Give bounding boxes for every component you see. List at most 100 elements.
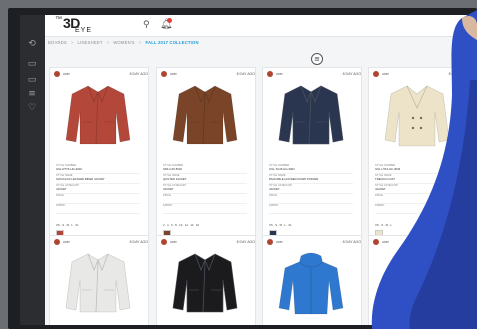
meta-value: SDF-G15-5002 [163, 167, 182, 171]
card-username: user [276, 240, 283, 244]
avatar[interactable] [161, 71, 167, 77]
filter-button[interactable]: ≡ [311, 53, 323, 65]
meta-row: FABRIC [269, 204, 353, 214]
folder-icon[interactable]: ▭ [26, 59, 38, 69]
card-header: user 8 DAY AGO [161, 239, 255, 246]
folder-icon[interactable]: ▭ [26, 75, 38, 85]
meta-row: FABRIC [56, 204, 140, 214]
app-logo[interactable]: ™ 3D EYE [55, 15, 111, 36]
meta-value: TRENCH COAT [375, 177, 395, 181]
card-header: user 8 DAY AGO [373, 71, 467, 78]
size-list: XS · S · M · L · XL [56, 223, 79, 227]
card-username: user [170, 72, 177, 76]
product-image[interactable] [271, 250, 351, 316]
meta-row: STYLE NAME SLIM FAUX LEATHER BIKER JACKE… [56, 174, 140, 184]
meta-row: PRICE [56, 194, 140, 204]
meta-value: SLIM FAUX LEATHER BIKER JACKET [56, 177, 105, 181]
product-card[interactable]: user 8 DAY AGO [49, 235, 149, 325]
product-image[interactable] [58, 250, 138, 316]
card-username: user [63, 72, 70, 76]
avatar[interactable] [54, 239, 60, 245]
meta-label: PRICE [375, 194, 383, 197]
meta-value: PACKABLE HOODED DOWN PUFFER [269, 177, 319, 181]
heart-icon[interactable]: ♡ [26, 103, 38, 113]
avatar[interactable] [267, 239, 273, 245]
breadcrumb-item-boards[interactable]: BOARDS [48, 40, 67, 48]
breadcrumb-separator: > [106, 40, 110, 45]
meta-row: STYLE NUMBER GSL-TH15-HG-3002 [269, 164, 353, 174]
card-date: 8 DAY AGO [236, 240, 255, 244]
product-card[interactable]: user 8 DAY AGO [156, 235, 256, 325]
card-header: user 8 DAY AGO [373, 239, 467, 246]
card-header: user 8 DAY AGO [267, 71, 361, 78]
meta-row: FABRIC [375, 204, 459, 214]
avatar[interactable] [161, 239, 167, 245]
meta-label: PRICE [269, 194, 277, 197]
card-date: 8 DAY AGO [448, 72, 467, 76]
card-header: user 8 DAY AGO [54, 239, 148, 246]
breadcrumb-separator: > [70, 40, 74, 45]
meta-label: FABRIC [375, 204, 385, 207]
product-image[interactable] [165, 82, 245, 148]
breadcrumb: BOARDS > LINESHEET > WOMEN'S > FALL 2017… [48, 40, 199, 48]
size-list: XS · S · M · L · XL [269, 223, 292, 227]
meta-label: FABRIC [56, 204, 66, 207]
stack-icon[interactable]: ≡ [26, 89, 38, 99]
product-image[interactable] [165, 250, 245, 316]
card-username: user [63, 240, 70, 244]
product-card[interactable]: user 8 DAY AGO STYLE NUMBER GSL-R7TF-HG-… [49, 67, 149, 250]
product-image[interactable] [271, 82, 351, 148]
meta-label: PRICE [56, 194, 64, 197]
notification-dot [167, 18, 172, 23]
breadcrumb-separator: > [138, 40, 142, 45]
product-card[interactable]: user 8 DAY AGO [368, 235, 468, 325]
meta-value: JACKET [375, 187, 386, 191]
meta-value: QUILTED JACKET [163, 177, 187, 181]
breadcrumb-item-womens[interactable]: WOMEN'S [113, 40, 135, 48]
meta-row: STYLE NUMBER SDF-G15-5002 [163, 164, 247, 174]
card-username: user [382, 240, 389, 244]
product-image[interactable] [58, 82, 138, 148]
avatar[interactable] [54, 71, 60, 77]
product-card[interactable]: user 8 DAY AGO STYLE NUMBER GSL-U7F1-HF-… [368, 67, 468, 250]
refresh-icon[interactable]: ⟲ [26, 39, 38, 49]
meta-label: FABRIC [163, 204, 173, 207]
avatar[interactable] [373, 71, 379, 77]
avatar[interactable] [373, 239, 379, 245]
product-image[interactable] [377, 82, 457, 148]
breadcrumb-item-current: FALL 2017 COLLECTION [145, 40, 199, 45]
meta-row: STYLE NAME PACKABLE HOODED DOWN PUFFER [269, 174, 353, 184]
card-username: user [382, 72, 389, 76]
meta-value: JACKET [163, 187, 174, 191]
meta-row: STYLE CATEGORY JACKET [56, 184, 140, 194]
card-date: 8 DAY AGO [129, 72, 148, 76]
avatar[interactable] [267, 71, 273, 77]
card-date: 8 DAY AGO [342, 240, 361, 244]
product-card[interactable]: user 8 DAY AGO STYLE NUMBER GSL-TH15-HG-… [262, 67, 362, 250]
pin-icon[interactable]: ⚲ [143, 20, 150, 30]
card-meta: STYLE NUMBER GSL-R7TF-HG-3002 STYLE NAME… [56, 164, 140, 214]
breadcrumb-item-linesheet[interactable]: LINESHEET [78, 40, 103, 48]
card-date: 8 DAY AGO [448, 240, 467, 244]
meta-value: GSL-U7F1-HF-3003 [375, 167, 401, 171]
product-card[interactable]: user 8 DAY AGO [262, 235, 362, 325]
card-username: user [276, 72, 283, 76]
card-meta: STYLE NUMBER GSL-TH15-HG-3002 STYLE NAME… [269, 164, 353, 214]
meta-row: PRICE [375, 194, 459, 204]
product-image[interactable] [377, 250, 457, 316]
meta-label: PRICE [163, 194, 171, 197]
app-screen: ⟲ ▭ ▭ ≡ ♡ ™ 3D EYE ⚲ 🔔︎ BOARDS > LINESHE… [20, 15, 477, 325]
card-date: 8 DAY AGO [236, 72, 255, 76]
meta-row: STYLE CATEGORY JACKET [269, 184, 353, 194]
card-header: user 8 DAY AGO [267, 239, 361, 246]
size-list: 2 · 4 · 6 · 8 · 10 · 12 · 14 · 16 [163, 223, 200, 227]
header-bar: ™ 3D EYE ⚲ 🔔︎ [45, 15, 477, 37]
card-header: user 8 DAY AGO [161, 71, 255, 78]
left-rail: ⟲ ▭ ▭ ≡ ♡ [20, 15, 45, 325]
product-card[interactable]: user 8 DAY AGO STYLE NUMBER SDF-G15-5002… [156, 67, 256, 250]
meta-row: STYLE NUMBER GSL-R7TF-HG-3002 [56, 164, 140, 174]
meta-row: STYLE CATEGORY JACKET [163, 184, 247, 194]
size-list: XS · S · M · L [375, 223, 392, 227]
card-username: user [170, 240, 177, 244]
meta-value: GSL-TH15-HG-3002 [269, 167, 295, 171]
